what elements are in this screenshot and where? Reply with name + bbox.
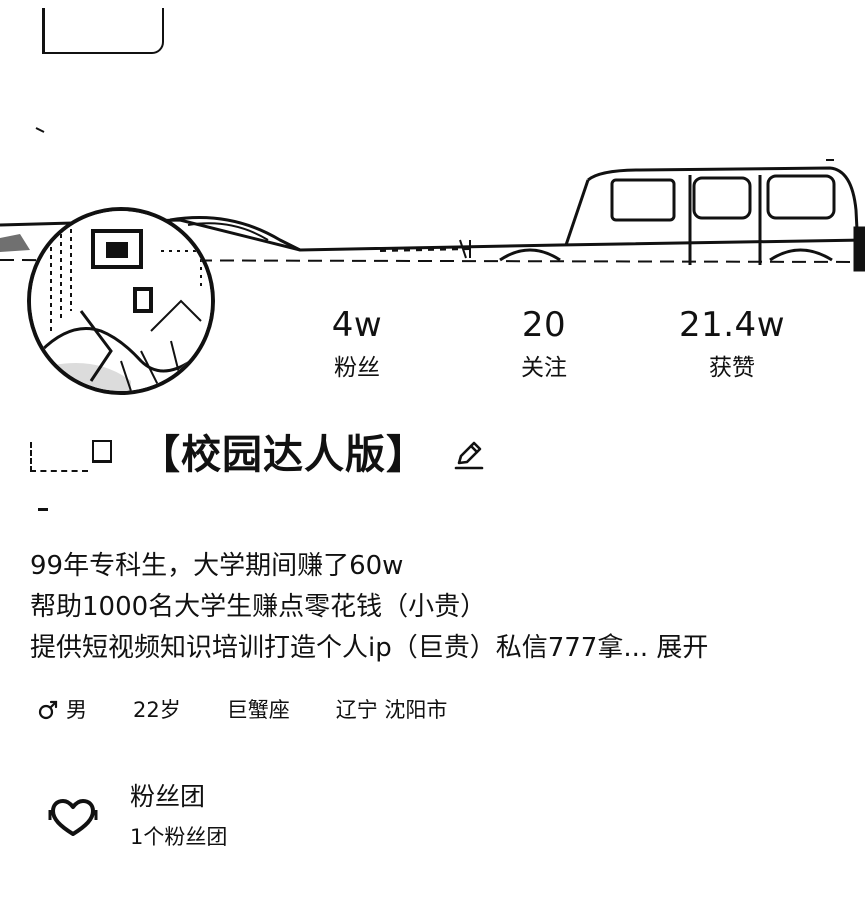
male-icon: [38, 700, 58, 720]
tag-age: 22岁: [133, 698, 181, 722]
profile-bio[interactable]: 99年专科生，大学期间赚了60w 帮助1000名大学生赚点零花钱（小贵） 提供短…: [30, 546, 850, 669]
fan-group-entry[interactable]: 粉丝团 1个粉丝团: [42, 778, 442, 858]
fan-group-title: 粉丝团: [130, 782, 206, 811]
stat-value: 4w: [331, 305, 383, 345]
fan-group-count: 1个粉丝团: [130, 825, 228, 849]
bio-line: 帮助1000名大学生赚点零花钱（小贵）: [30, 592, 487, 622]
tag-location: 辽宁 沈阳市: [335, 698, 448, 722]
stat-label: 获赞: [709, 355, 755, 381]
tag-zodiac: 巨蟹座: [226, 698, 290, 722]
heart-icon: [46, 796, 100, 838]
bio-line: 提供短视频知识培训打造个人ip（巨贵）私信777拿... 展开: [30, 628, 850, 669]
stat-value: 20: [521, 305, 567, 345]
stat-likes[interactable]: 21.4w 获赞: [652, 305, 812, 383]
redacted-name: [24, 436, 128, 474]
bio-line: 99年专科生，大学期间赚了60w: [30, 551, 404, 581]
pencil-icon[interactable]: [453, 439, 485, 471]
divider: [38, 508, 48, 511]
stat-label: 粉丝: [334, 355, 380, 381]
stat-following[interactable]: 20 关注: [464, 305, 624, 383]
profile-name-row: 【校园达人版】: [24, 425, 485, 485]
bio-line-text: 提供短视频知识培训打造个人ip（巨贵）私信777拿...: [30, 633, 649, 663]
profile-tags: 男 22岁 巨蟹座 辽宁 沈阳市: [38, 694, 493, 726]
tag-gender-label: 男: [66, 698, 87, 722]
avatar[interactable]: [27, 207, 215, 395]
tag-gender: 男: [38, 694, 87, 726]
display-name: 【校园达人版】: [140, 432, 427, 478]
expand-bio-button[interactable]: 展开: [656, 633, 708, 663]
stat-fans[interactable]: 4w 粉丝: [277, 305, 437, 383]
stat-label: 关注: [521, 355, 567, 381]
avatar-photo: [31, 211, 211, 391]
redacted-header-element: [42, 8, 164, 54]
stat-value: 21.4w: [678, 305, 785, 345]
